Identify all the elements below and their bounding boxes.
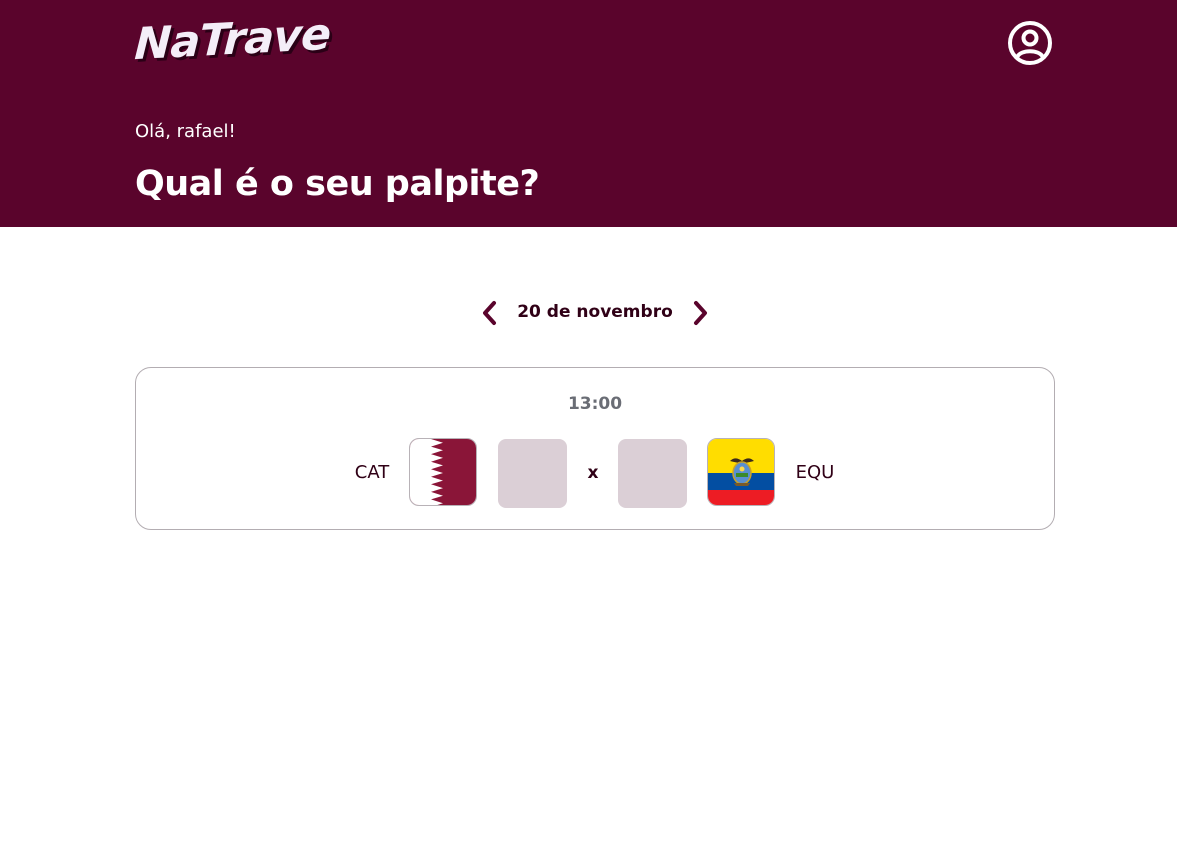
away-score-input[interactable]	[618, 439, 687, 508]
date-navigator: 20 de novembro	[0, 292, 1177, 332]
home-score-input[interactable]	[498, 439, 567, 508]
chevron-right-icon[interactable]	[689, 300, 711, 326]
user-circle-icon[interactable]	[1007, 20, 1053, 66]
current-date-label: 20 de novembro	[517, 302, 673, 322]
versus-separator: x	[587, 463, 599, 483]
greeting-text: Olá, rafael!	[135, 121, 236, 142]
app-header: NaTrave Olá, rafael! Qual é o seu palpit…	[0, 0, 1177, 227]
match-time: 13:00	[567, 394, 623, 414]
chevron-left-icon[interactable]	[479, 300, 501, 326]
page-title: Qual é o seu palpite?	[135, 164, 540, 204]
natrave-logo: NaTrave	[133, 8, 332, 71]
home-team-code: CAT	[354, 462, 390, 483]
away-team-code: EQU	[795, 462, 835, 483]
qatar-flag-icon	[409, 438, 477, 506]
ecuador-flag-icon	[707, 438, 775, 506]
